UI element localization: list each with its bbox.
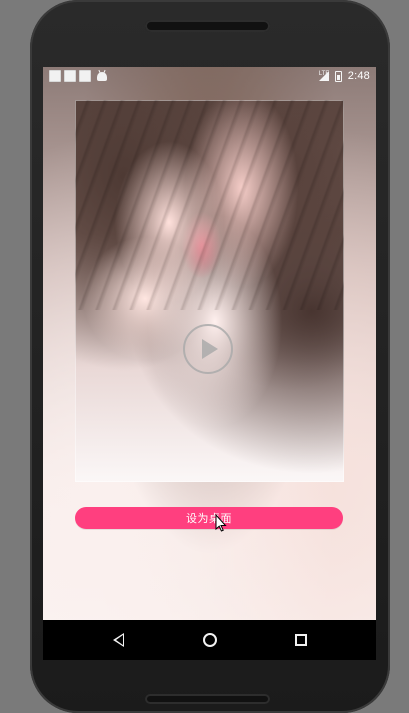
recents-icon [295,634,307,646]
app-screen: LTE 2:48 设为桌面 [43,67,376,659]
home-button[interactable] [201,631,219,649]
android-icon [97,71,107,81]
status-left-icons [49,70,107,82]
notification-square-icon [79,70,91,82]
back-icon [112,633,124,647]
play-icon [202,339,218,359]
earpiece-speaker [145,20,270,32]
notification-square-icon [49,70,61,82]
home-icon [202,633,217,647]
network-label: LTE [318,71,330,77]
mouse-cursor-icon [215,514,227,532]
back-button[interactable] [109,631,127,649]
navigation-bar [43,620,376,660]
recents-button[interactable] [292,631,310,649]
status-time: 2:48 [347,70,370,82]
set-wallpaper-button[interactable]: 设为桌面 [75,507,343,529]
play-button[interactable] [183,324,233,374]
wallpaper-preview[interactable] [75,100,344,482]
battery-icon [334,70,342,82]
status-bar: LTE 2:48 [43,67,376,85]
bottom-speaker [145,694,270,704]
status-right: LTE 2:48 [318,70,370,82]
notification-square-icon [64,70,76,82]
photo-hair-overlay [75,100,344,311]
signal-icon: LTE [318,71,330,81]
